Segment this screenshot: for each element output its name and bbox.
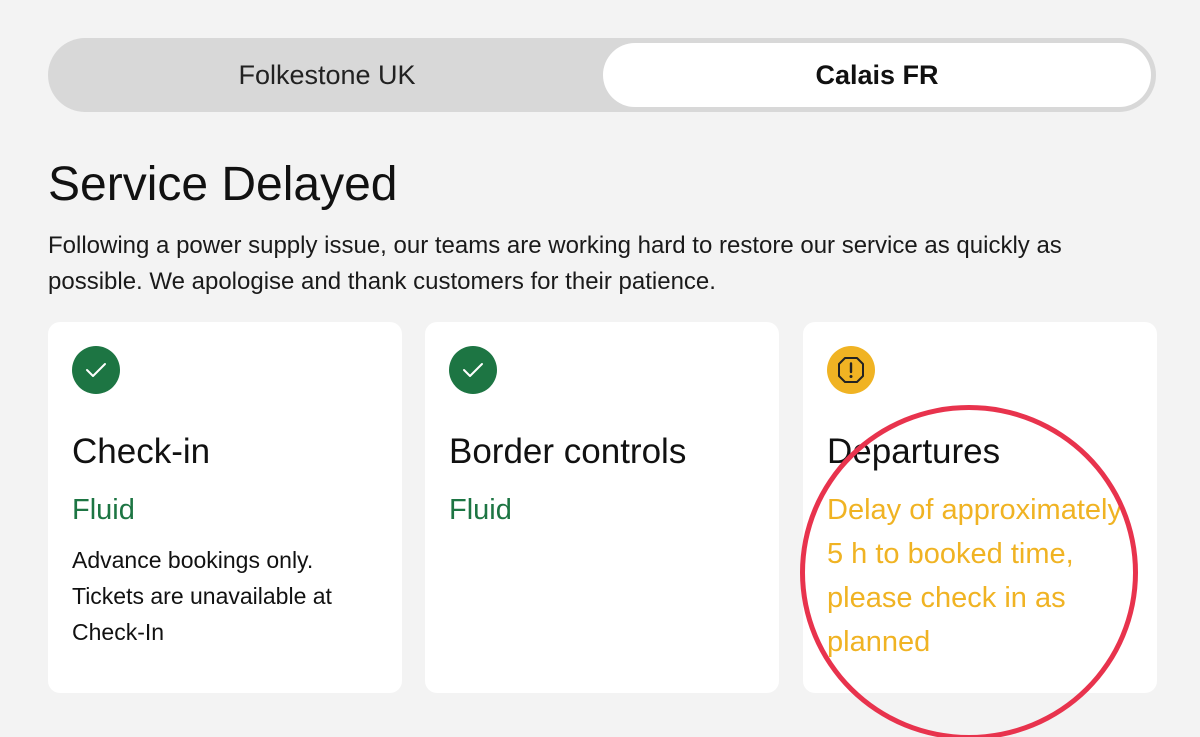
page-title: Service Delayed xyxy=(48,158,398,211)
card-status: Fluid xyxy=(72,494,135,526)
warning-circle-icon xyxy=(827,346,875,394)
card-title: Departures xyxy=(827,432,1001,471)
status-page: Folkestone UK Calais FR Service Delayed … xyxy=(0,0,1200,737)
card-title: Border controls xyxy=(449,432,687,471)
status-card-border-controls: Border controls Fluid xyxy=(425,322,779,693)
status-card-check-in: Check-in Fluid Advance bookings only. Ti… xyxy=(48,322,402,693)
card-title: Check-in xyxy=(72,432,211,471)
check-circle-icon xyxy=(72,346,120,394)
status-card-departures: Departures Delay of approximately 5 h to… xyxy=(803,322,1157,693)
terminal-toggle: Folkestone UK Calais FR xyxy=(48,38,1156,112)
card-note: Advance bookings only. Tickets are unava… xyxy=(72,547,332,645)
tab-calais[interactable]: Calais FR xyxy=(603,43,1151,107)
card-status: Delay of approximately 5 h to booked tim… xyxy=(827,494,1122,658)
card-status: Fluid xyxy=(449,494,512,526)
tab-folkestone[interactable]: Folkestone UK xyxy=(53,43,601,107)
check-circle-icon xyxy=(449,346,497,394)
service-message: Following a power supply issue, our team… xyxy=(48,232,1062,295)
